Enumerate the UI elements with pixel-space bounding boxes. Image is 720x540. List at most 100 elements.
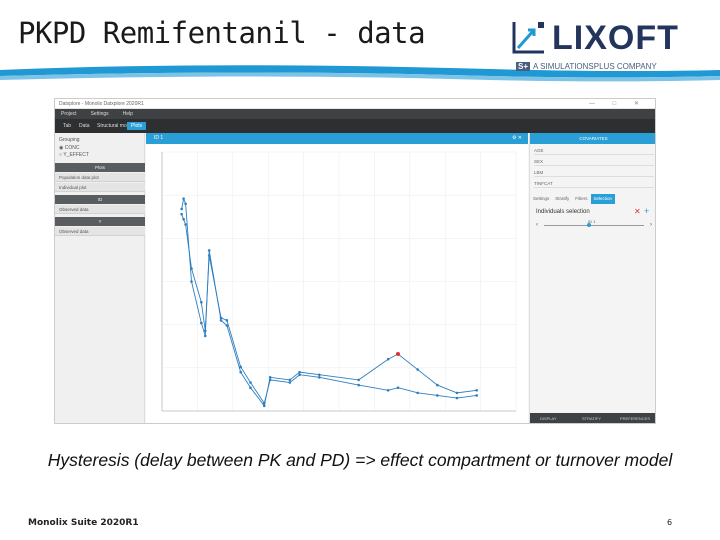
data-point <box>182 218 185 221</box>
data-point <box>455 396 459 400</box>
series-line-2 <box>181 214 477 405</box>
slider-handle[interactable] <box>587 223 591 227</box>
tab-plots[interactable]: Plots <box>127 122 147 130</box>
section-y: Y <box>55 217 145 226</box>
section-id: ID <box>55 195 145 204</box>
data-point <box>203 334 207 338</box>
data-point <box>416 368 419 371</box>
add-selection-icon[interactable]: + <box>644 206 649 216</box>
app-screenshot: Datxplore - Monolix Datxplore 2020R1 — □… <box>54 98 656 424</box>
menu-help[interactable]: Help <box>123 111 133 117</box>
tab-rp-selection[interactable]: Selection <box>590 194 616 204</box>
tab-rp-filters[interactable]: Filters <box>572 194 590 204</box>
data-point <box>180 207 183 211</box>
slide-title: PKPD Remifentanil - data <box>18 16 426 50</box>
menu-settings[interactable]: Settings <box>91 111 109 117</box>
data-point <box>318 376 321 379</box>
data-point <box>262 401 266 405</box>
app-window-title: Datxplore - Monolix Datxplore 2020R1 <box>59 101 144 107</box>
data-point <box>219 316 223 320</box>
tab-data[interactable]: Data <box>75 122 94 130</box>
menu-project[interactable]: Project <box>61 111 77 117</box>
tab-rp-stratify[interactable]: Stratify <box>552 194 572 204</box>
series-line-1 <box>181 196 477 407</box>
data-point <box>249 381 252 384</box>
data-point <box>416 391 419 395</box>
data-point <box>190 280 193 283</box>
preferences-button[interactable]: PREFERENCES <box>620 416 650 421</box>
right-panel-bottom-bar: DISPLAY STRATIFY PREFERENCES <box>530 413 655 423</box>
simulations-plus-badge: S+ <box>516 62 531 71</box>
data-point <box>207 254 211 257</box>
data-point <box>200 321 203 325</box>
data-point <box>203 329 207 333</box>
tab-home[interactable]: Tab <box>59 122 75 130</box>
plot-header-icons[interactable]: ⚙ ✕ <box>512 135 522 141</box>
data-point <box>225 319 229 322</box>
logo-subtitle-text: A SIMULATIONSPLUS COMPANY <box>533 62 657 71</box>
window-controls[interactable]: — □ ✕ <box>589 100 647 107</box>
lixoft-mark-icon <box>512 22 544 54</box>
data-point <box>219 319 223 322</box>
covariate-lbm[interactable]: LBM <box>534 168 654 177</box>
section-plots: Plots <box>55 163 145 172</box>
list-item-population-plot[interactable]: Population data plot <box>55 173 145 182</box>
data-point <box>268 376 272 379</box>
covariate-age[interactable]: AGE <box>534 146 654 155</box>
data-point <box>396 386 400 389</box>
display-button[interactable]: DISPLAY <box>540 416 557 421</box>
spaghetti-chart[interactable] <box>146 144 528 424</box>
data-point <box>436 394 439 397</box>
slider-prev-icon[interactable]: ‹ <box>536 222 538 228</box>
data-point <box>268 378 272 382</box>
data-point <box>180 212 183 216</box>
lixoft-logo: LIXOFT S+ A SIMULATIONSPLUS COMPANY <box>512 18 692 78</box>
slide-caption: Hysteresis (delay between PK and PD) => … <box>47 450 673 470</box>
data-point <box>475 388 478 392</box>
radio-effect[interactable]: ○ Y_EFFECT <box>59 152 89 158</box>
data-point <box>436 383 439 387</box>
slider-next-icon[interactable]: › <box>650 222 652 228</box>
footer-product: Monolix Suite 2020R1 <box>28 518 139 528</box>
app-titlebar: Datxplore - Monolix Datxplore 2020R1 — □… <box>55 99 655 109</box>
data-point <box>386 357 390 361</box>
data-point <box>318 373 321 377</box>
data-point <box>298 373 301 377</box>
grouping-title: Grouping <box>59 137 80 143</box>
list-item-observed-1[interactable]: Observed data <box>55 205 145 214</box>
data-point <box>184 223 187 226</box>
tab-rp-settings[interactable]: Settings <box>530 194 552 204</box>
covariate-sex[interactable]: SEX <box>534 157 654 166</box>
individuals-selection-label: Individuals selection <box>536 209 590 215</box>
covariate-tinfcat[interactable]: TINFCAT <box>534 179 654 188</box>
list-item-observed-2[interactable]: Observed data <box>55 227 145 236</box>
data-point <box>357 378 360 382</box>
slide-number: 6 <box>667 518 673 527</box>
data-point <box>357 383 360 387</box>
plot-area[interactable]: ID 1 ⚙ ✕ <box>146 133 528 424</box>
data-point <box>288 378 292 382</box>
app-toolbar: Tab Data Structural model Plots <box>55 119 655 133</box>
data-point <box>190 267 193 270</box>
list-item-individual-plot[interactable]: Individual plot <box>55 183 145 192</box>
individual-slider[interactable]: ID 1 ‹ › <box>536 219 652 231</box>
data-point <box>200 300 203 304</box>
right-panel-tabs: Settings Stratify Filters Selection <box>530 194 655 204</box>
data-point <box>182 197 185 200</box>
data-point <box>207 249 211 252</box>
logo-subtitle: S+ A SIMULATIONSPLUS COMPANY <box>516 62 657 71</box>
remove-selection-icon[interactable]: ✕ <box>634 207 641 216</box>
left-panel: Grouping ◉ CONC ○ Y_EFFECT Plots Populat… <box>55 133 145 423</box>
app-menubar: Project Settings Help <box>55 109 655 119</box>
data-point <box>298 370 301 374</box>
right-panel: COVARIATES AGE SEX LBM TINFCAT Settings S… <box>529 133 655 423</box>
highlighted-point <box>396 352 400 357</box>
data-point <box>249 386 252 389</box>
logo-wordmark: LIXOFT <box>552 19 679 57</box>
radio-conc[interactable]: ◉ CONC <box>59 145 80 151</box>
data-point <box>455 391 459 395</box>
slider-track[interactable] <box>544 225 644 226</box>
plot-header-label: ID 1 <box>154 135 164 141</box>
stratify-button[interactable]: STRATIFY <box>582 416 601 421</box>
plot-header: ID 1 ⚙ ✕ <box>146 133 528 144</box>
